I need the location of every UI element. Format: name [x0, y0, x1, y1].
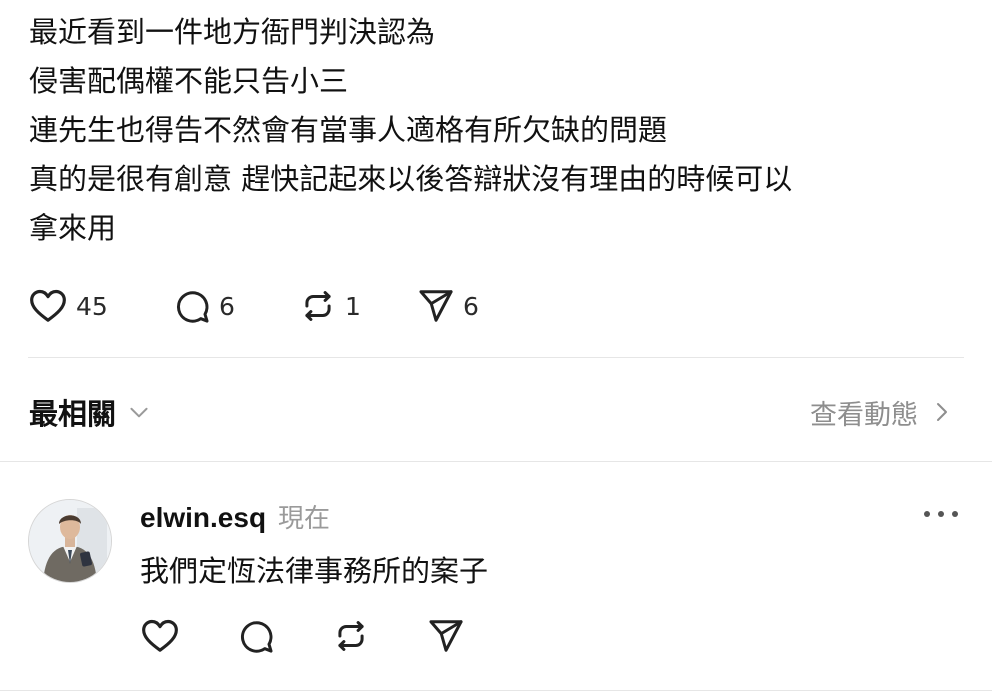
post-action-bar: 45 6 1 6 — [28, 286, 479, 326]
sort-row: 最相關 查看動態 — [29, 390, 954, 434]
sort-dropdown[interactable]: 最相關 — [29, 391, 152, 433]
send-icon — [429, 620, 463, 652]
avatar[interactable] — [28, 499, 112, 583]
reply-repost-button[interactable] — [332, 617, 370, 655]
chevron-down-icon — [130, 407, 148, 418]
view-activity-link[interactable]: 查看動態 — [810, 393, 954, 432]
like-button[interactable]: 45 — [28, 286, 173, 326]
reply-like-button[interactable] — [140, 616, 180, 656]
comment-icon — [240, 621, 273, 653]
post-body: 最近看到一件地方衙門判決認為 侵害配偶權不能只告小三 連先生也得告不然會有當事人… — [29, 8, 969, 253]
reply-text: 我們定恆法律事務所的案子 — [140, 554, 489, 588]
sort-label: 最相關 — [29, 397, 117, 431]
repost-icon — [305, 291, 331, 321]
reply-count: 6 — [219, 291, 235, 321]
share-count: 6 — [463, 291, 479, 321]
like-count: 45 — [76, 291, 108, 321]
divider — [0, 690, 992, 691]
reply-action-bar — [140, 616, 522, 656]
divider — [28, 357, 964, 358]
post-line: 拿來用 — [29, 211, 117, 245]
username[interactable]: elwin.esq — [140, 502, 266, 534]
reply-comment-button[interactable] — [237, 617, 275, 655]
reply-share-button[interactable] — [427, 617, 465, 655]
reply-item: elwin.esq 現在 我們定恆法律事務所的案子 — [28, 496, 964, 676]
reply-header: elwin.esq 現在 — [140, 498, 330, 535]
send-icon — [419, 290, 453, 322]
more-icon[interactable] — [924, 504, 958, 524]
view-activity-label: 查看動態 — [810, 399, 918, 431]
comment-icon — [176, 291, 209, 323]
chevron-right-icon — [937, 403, 947, 421]
post-line: 真的是很有創意 趕快記起來以後答辯狀沒有理由的時候可以 — [29, 162, 793, 196]
more-dot — [924, 511, 930, 517]
timestamp: 現在 — [278, 504, 331, 534]
post-line: 最近看到一件地方衙門判決認為 — [29, 15, 436, 49]
post-line: 侵害配偶權不能只告小三 — [29, 64, 349, 98]
share-button[interactable]: 6 — [417, 287, 479, 325]
repost-count: 1 — [345, 291, 361, 321]
reply-button[interactable]: 6 — [173, 287, 299, 325]
avatar-image — [29, 500, 111, 582]
more-dot — [952, 511, 958, 517]
post-line: 連先生也得告不然會有當事人適格有所欠缺的問題 — [29, 113, 668, 147]
repost-button[interactable]: 1 — [299, 287, 417, 325]
more-dot — [938, 511, 944, 517]
thread-page: 最近看到一件地方衙門判決認為 侵害配偶權不能只告小三 連先生也得告不然會有當事人… — [0, 0, 992, 695]
divider — [0, 461, 992, 462]
repost-icon — [338, 621, 364, 651]
heart-icon — [142, 619, 178, 652]
heart-icon — [30, 289, 66, 322]
